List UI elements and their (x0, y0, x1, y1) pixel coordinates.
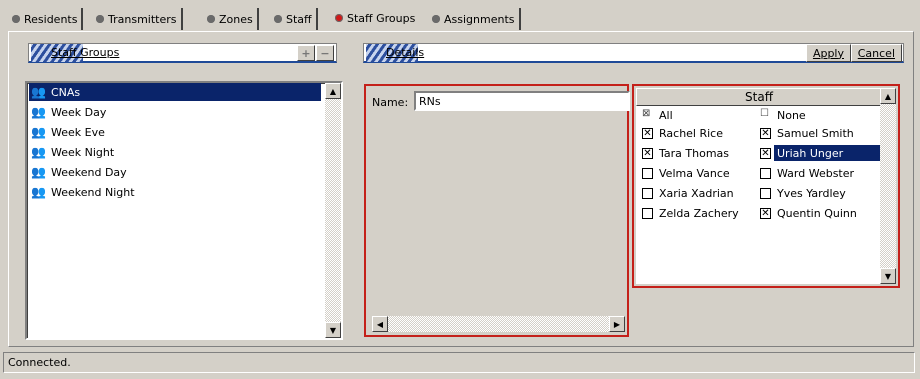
arrow-right-icon: ▶ (613, 319, 621, 329)
arrow-up-icon: ▲ (884, 91, 892, 101)
staff-checkbox-samuel-smith[interactable]: ✕ (760, 128, 771, 139)
group-icon: 👥 (31, 185, 46, 199)
group-label: Week Night (51, 145, 115, 159)
tab-label: Residents (24, 12, 78, 26)
staff-column-header: Staff (636, 88, 882, 106)
minus-icon: − (320, 46, 330, 60)
staff-name-selected[interactable]: Uriah Unger (774, 145, 884, 161)
arrow-up-icon: ▲ (329, 86, 337, 96)
group-icon: 👥 (31, 85, 46, 99)
staff-checkbox-yves-yardley[interactable] (760, 188, 771, 199)
select-all-icon[interactable]: ⊠ (642, 108, 650, 119)
list-item-cnas[interactable]: 👥 CNAs (29, 83, 321, 101)
list-item-weekend-night[interactable]: 👥 Weekend Night (29, 183, 141, 201)
tab-transmitters[interactable]: Transmitters (92, 8, 183, 30)
staff-header-label: Staff (745, 90, 773, 104)
staff-list-scrollbar[interactable]: ▲ ▼ (880, 88, 896, 284)
staff-panel: Staff ⊠ All ☐ None ✕ Rachel Rice ✕ Samue… (632, 84, 900, 288)
list-item-week-night[interactable]: 👥 Week Night (29, 143, 120, 161)
list-item-weekend-day[interactable]: 👥 Weekend Day (29, 163, 133, 181)
staff-checkbox-tara-thomas[interactable]: ✕ (642, 148, 653, 159)
tab-dot-icon (207, 15, 215, 23)
staff-checkbox-zelda-zachery[interactable] (642, 208, 653, 219)
tab-assignments[interactable]: Assignments (428, 8, 521, 30)
select-all-link[interactable]: All (656, 107, 676, 123)
arrow-left-icon: ◀ (376, 319, 384, 329)
name-input-value: RNs (419, 94, 441, 108)
tab-label: Zones (219, 12, 253, 26)
name-panel-hscrollbar[interactable]: ◀ ▶ (372, 316, 625, 332)
status-bar: Connected. (3, 352, 915, 373)
status-text: Connected. (8, 356, 71, 369)
list-item-week-day[interactable]: 👥 Week Day (29, 103, 112, 121)
group-icon: 👥 (31, 145, 46, 159)
cancel-label: Cancel (857, 46, 895, 60)
group-label: Week Eve (51, 125, 105, 139)
staff-list[interactable]: Staff ⊠ All ☐ None ✕ Rachel Rice ✕ Samue… (636, 88, 884, 284)
staff-name: Xaria Xadrian (659, 186, 734, 200)
tab-staff[interactable]: Staff (270, 8, 318, 30)
staff-name: Yves Yardley (777, 186, 846, 200)
staff-name: Velma Vance (659, 166, 730, 180)
cancel-button[interactable]: Cancel (850, 44, 902, 62)
arrow-down-icon: ▼ (884, 271, 892, 281)
group-label: Weekend Day (51, 165, 127, 179)
tab-label: Staff Groups (347, 11, 416, 25)
tab-residents[interactable]: Residents (8, 8, 84, 30)
staff-groups-list[interactable]: 👥 CNAs 👥 Week Day 👥 Week Eve 👥 Week Nigh… (25, 81, 343, 340)
tab-dot-icon (335, 14, 343, 22)
staff-name: Ward Webster (777, 166, 855, 180)
details-title: Details (386, 46, 425, 59)
staff-name: Samuel Smith (777, 126, 854, 140)
staff-checkbox-quentin-quinn[interactable]: ✕ (760, 208, 771, 219)
scroll-right-button[interactable]: ▶ (609, 316, 625, 332)
staff-name: Tara Thomas (659, 146, 730, 160)
scroll-down-button[interactable]: ▼ (880, 268, 896, 284)
group-icon: 👥 (31, 105, 46, 119)
tab-dot-icon (12, 15, 20, 23)
staff-checkbox-uriah-unger[interactable]: ✕ (760, 148, 771, 159)
apply-label: Apply (812, 46, 844, 60)
apply-button[interactable]: Apply (805, 44, 851, 62)
list-item-week-eve[interactable]: 👥 Week Eve (29, 123, 111, 141)
scroll-up-button[interactable]: ▲ (325, 83, 341, 99)
staff-checkbox-rachel-rice[interactable]: ✕ (642, 128, 653, 139)
select-none-icon[interactable]: ☐ (760, 108, 769, 119)
name-label: Name: (372, 96, 409, 109)
add-group-button[interactable]: + (297, 45, 315, 61)
staff-checkbox-ward-webster[interactable] (760, 168, 771, 179)
details-header: Details Apply Cancel (363, 43, 904, 63)
group-label: Weekend Night (51, 185, 135, 199)
scroll-down-button[interactable]: ▼ (325, 322, 341, 338)
staff-name: Quentin Quinn (777, 206, 857, 220)
name-input[interactable]: RNs (414, 91, 630, 111)
remove-group-button[interactable]: − (316, 45, 334, 61)
staff-checkbox-xaria-xadrian[interactable] (642, 188, 653, 199)
tab-bar: Residents Transmitters Zones Staff Staff… (0, 0, 920, 34)
group-icon: 👥 (31, 165, 46, 179)
staff-name: Rachel Rice (659, 126, 723, 140)
staff-name: Zelda Zachery (659, 206, 739, 220)
group-list-scrollbar[interactable]: ▲ ▼ (325, 83, 341, 338)
tab-dot-icon (96, 15, 104, 23)
tab-label: Assignments (444, 12, 515, 26)
tab-label: Staff (286, 12, 312, 26)
tab-zones[interactable]: Zones (203, 8, 259, 30)
group-icon: 👥 (31, 125, 46, 139)
scroll-left-button[interactable]: ◀ (372, 316, 388, 332)
select-none-link[interactable]: None (774, 107, 809, 123)
scroll-up-button[interactable]: ▲ (880, 88, 896, 104)
tab-dot-icon (432, 15, 440, 23)
plus-icon: + (301, 46, 311, 60)
tab-label: Transmitters (108, 12, 177, 26)
staff-checkbox-velma-vance[interactable] (642, 168, 653, 179)
staff-groups-header: Staff Groups + − (28, 43, 337, 63)
name-panel: Name: RNs ◀ ▶ (364, 84, 630, 337)
group-label: CNAs (51, 85, 81, 99)
tab-staff-groups[interactable]: Staff Groups (331, 5, 419, 31)
staff-groups-title: Staff Groups (51, 46, 120, 59)
group-label: Week Day (51, 105, 107, 119)
tab-dot-icon (274, 15, 282, 23)
arrow-down-icon: ▼ (329, 325, 337, 335)
